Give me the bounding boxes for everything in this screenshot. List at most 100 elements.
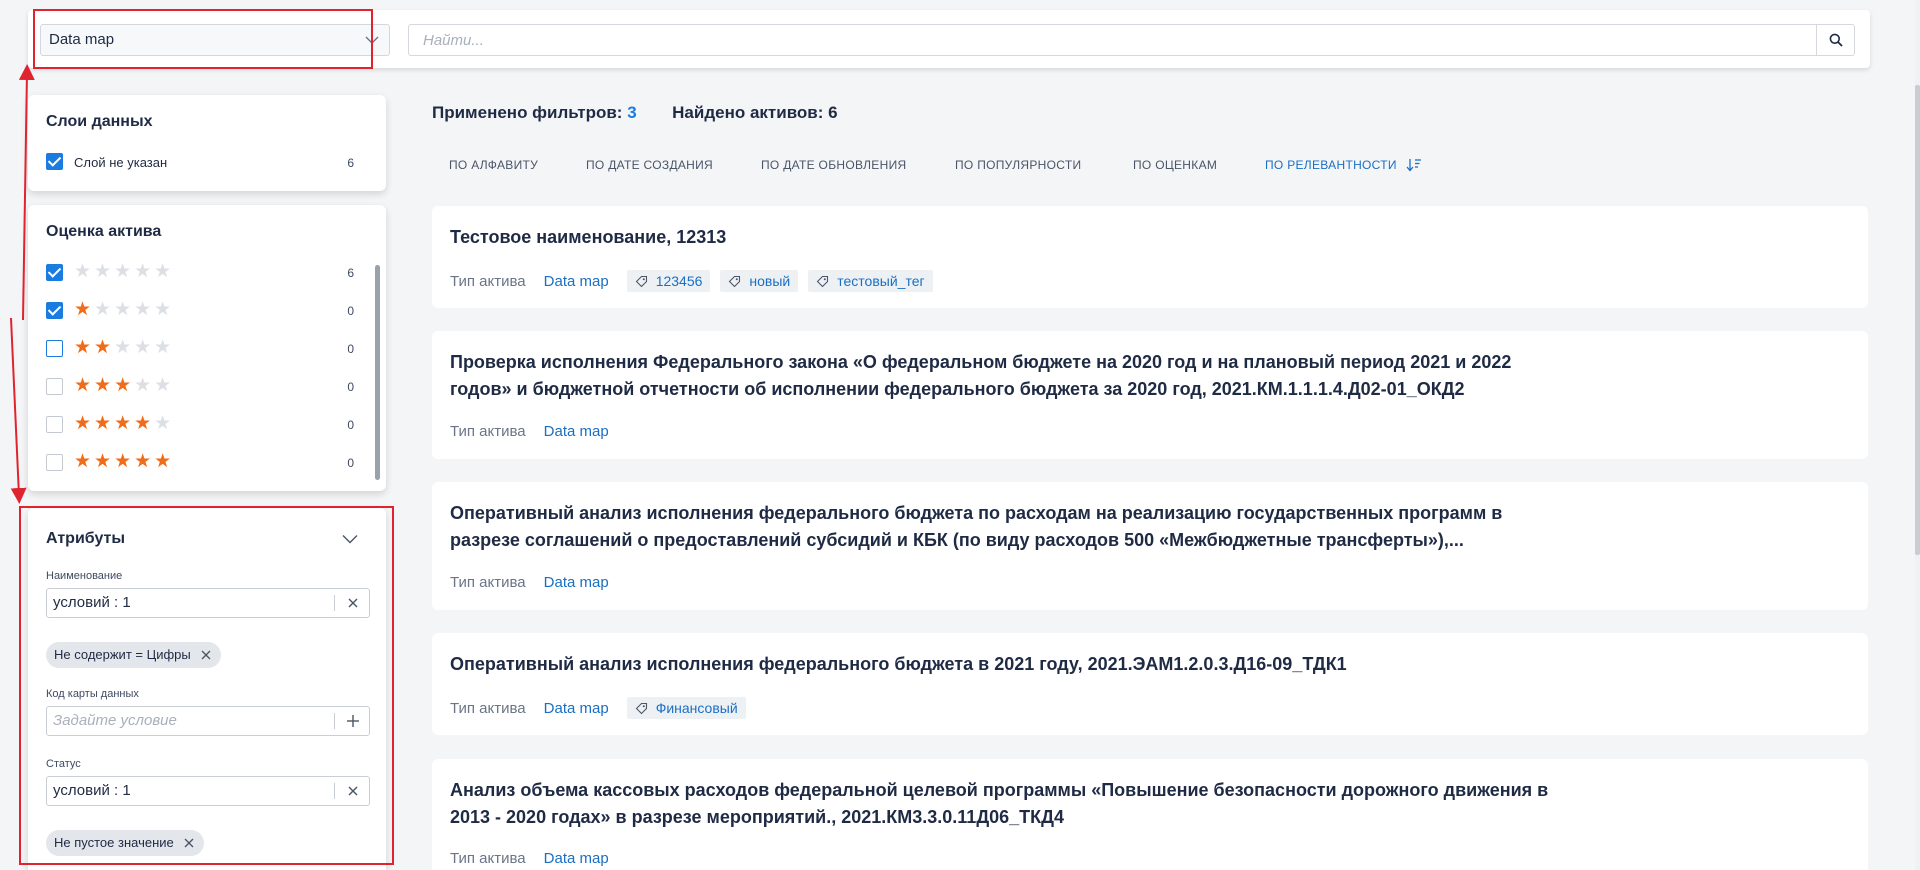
asset-type-label: Тип актива [450, 272, 526, 290]
assets-found-label: Найдено активов: 6 [672, 103, 838, 122]
sort-popularity[interactable]: ПО ПОПУЛЯРНОСТИ [938, 156, 1098, 174]
search-input[interactable] [409, 25, 1816, 55]
asset-type-link[interactable]: Data map [544, 423, 609, 440]
code-attr-field[interactable]: Задайте условие [46, 706, 370, 736]
result-meta: Тип актива Data map 123456 новый тестовы… [450, 270, 943, 292]
result-card[interactable]: Оперативный анализ исполнения федерально… [432, 482, 1868, 610]
chip-remove-icon[interactable] [201, 650, 211, 660]
rating-stars-1: ★★★★★ [74, 299, 175, 320]
chevron-down-icon [365, 36, 379, 44]
rating-count-4: 0 [347, 418, 354, 432]
rating-stars-5: ★★★★★ [74, 451, 175, 472]
result-title[interactable]: Тестовое наименование, 12313 [450, 224, 1560, 251]
rating-stars-4: ★★★★★ [74, 413, 175, 434]
clear-icon[interactable] [345, 783, 361, 799]
sort-created[interactable]: ПО ДАТЕ СОЗДАНИЯ [569, 156, 730, 174]
rating-count-3: 0 [347, 380, 354, 394]
result-meta: Тип актива Data map [450, 420, 627, 442]
asset-type-select[interactable]: Data map [40, 24, 390, 56]
status-condition-chip: Не пустое значение [46, 830, 204, 856]
data-layers-card: Слои данных Слой не указан 6 [28, 95, 386, 191]
result-title[interactable]: Оперативный анализ исполнения федерально… [450, 500, 1560, 554]
rating-scrollbar[interactable] [375, 265, 380, 480]
tag-label: Финансовый [655, 700, 738, 716]
layer-count: 6 [347, 156, 354, 170]
clear-icon[interactable] [345, 595, 361, 611]
rating-checkbox-0[interactable] [46, 264, 63, 281]
name-condition-chip-label: Не содержит = Цифры [54, 647, 191, 662]
status-attr-label: Статус [46, 758, 81, 770]
status-attr-value: условий : 1 [53, 782, 131, 799]
code-attr-label: Код карты данных [46, 688, 139, 700]
result-title[interactable]: Проверка исполнения Федерального закона … [450, 349, 1560, 403]
asset-type-label: Тип актива [450, 699, 526, 717]
rating-count-5: 0 [347, 456, 354, 470]
tag-icon [635, 702, 647, 714]
tag-label: тестовый_тег [837, 273, 925, 289]
asset-type-link[interactable]: Data map [544, 700, 609, 717]
layer-label: Слой не указан [74, 155, 168, 170]
data-layers-title: Слои данных [46, 113, 153, 130]
asset-rating-card: Оценка актива ★★★★★ 6 ★★★★★ 0 ★★★★★ 0 ★★… [28, 205, 386, 491]
search-icon [1829, 33, 1843, 47]
result-title[interactable]: Анализ объема кассовых расходов федераль… [450, 777, 1560, 831]
rating-count-1: 0 [347, 304, 354, 318]
collapse-chevron-icon[interactable] [342, 534, 358, 544]
search-box [408, 24, 1855, 56]
result-meta: Тип актива Data map [450, 571, 627, 593]
rating-stars-2: ★★★★★ [74, 337, 175, 358]
sort-relevance-label: ПО РЕЛЕВАНТНОСТИ [1265, 158, 1397, 172]
tag[interactable]: тестовый_тег [808, 270, 933, 292]
name-attr-value: условий : 1 [53, 594, 131, 611]
page-scrollbar[interactable] [1915, 85, 1920, 555]
name-attr-label: Наименование [46, 570, 123, 582]
results-summary: Применено фильтров: 3 Найдено активов: 6 [432, 103, 838, 123]
plus-icon[interactable] [345, 713, 361, 729]
layer-checkbox[interactable] [46, 153, 63, 170]
tag-label: новый [749, 273, 791, 289]
filters-applied-label: Применено фильтров: [432, 103, 623, 122]
result-card[interactable]: Анализ объема кассовых расходов федераль… [432, 759, 1868, 870]
rating-checkbox-4[interactable] [46, 416, 63, 433]
sort-desc-icon [1406, 159, 1422, 172]
rating-stars-3: ★★★★★ [74, 375, 175, 396]
chip-remove-icon[interactable] [184, 838, 194, 848]
asset-type-link[interactable]: Data map [544, 273, 609, 290]
sort-relevance[interactable]: ПО РЕЛЕВАНТНОСТИ [1248, 156, 1439, 174]
rating-checkbox-2[interactable] [46, 340, 63, 357]
tag-label: 123456 [655, 273, 703, 289]
tag-icon [816, 275, 829, 287]
filters-applied-count: 3 [627, 103, 637, 122]
result-meta: Тип актива Data map Финансовый [450, 697, 756, 719]
attributes-title: Атрибуты [46, 530, 126, 547]
tag[interactable]: Финансовый [626, 697, 746, 719]
rating-checkbox-3[interactable] [46, 378, 63, 395]
asset-type-label: Тип актива [450, 849, 526, 867]
rating-checkbox-5[interactable] [46, 454, 63, 471]
result-card[interactable]: Проверка исполнения Федерального закона … [432, 331, 1868, 459]
sort-alphabet[interactable]: ПО АЛФАВИТУ [432, 156, 555, 174]
status-attr-field[interactable]: условий : 1 [46, 776, 370, 806]
asset-type-link[interactable]: Data map [544, 574, 609, 591]
asset-type-label: Тип актива [450, 422, 526, 440]
sort-rating[interactable]: ПО ОЦЕНКАМ [1116, 156, 1234, 174]
result-meta: Тип актива Data map [450, 847, 627, 869]
rating-checkbox-1[interactable] [46, 302, 63, 319]
result-card[interactable]: Тестовое наименование, 12313 Тип актива … [432, 206, 1868, 308]
tag[interactable]: новый [720, 270, 799, 292]
asset-rating-title: Оценка актива [46, 223, 162, 240]
rating-count-0: 6 [347, 266, 354, 280]
tag[interactable]: 123456 [626, 270, 711, 292]
search-button[interactable] [1816, 25, 1854, 55]
result-title[interactable]: Оперативный анализ исполнения федерально… [450, 651, 1560, 678]
asset-type-link[interactable]: Data map [544, 850, 609, 867]
name-attr-field[interactable]: условий : 1 [46, 588, 370, 618]
top-bar: Data map [28, 10, 1870, 68]
attributes-card: Атрибуты Наименование условий : 1 Не сод… [28, 508, 386, 870]
status-condition-chip-label: Не пустое значение [54, 835, 174, 850]
result-card[interactable]: Оперативный анализ исполнения федерально… [432, 633, 1868, 735]
name-condition-chip: Не содержит = Цифры [46, 642, 221, 668]
tag-icon [635, 275, 647, 287]
rating-stars-0: ★★★★★ [74, 261, 175, 282]
sort-updated[interactable]: ПО ДАТЕ ОБНОВЛЕНИЯ [744, 156, 923, 174]
